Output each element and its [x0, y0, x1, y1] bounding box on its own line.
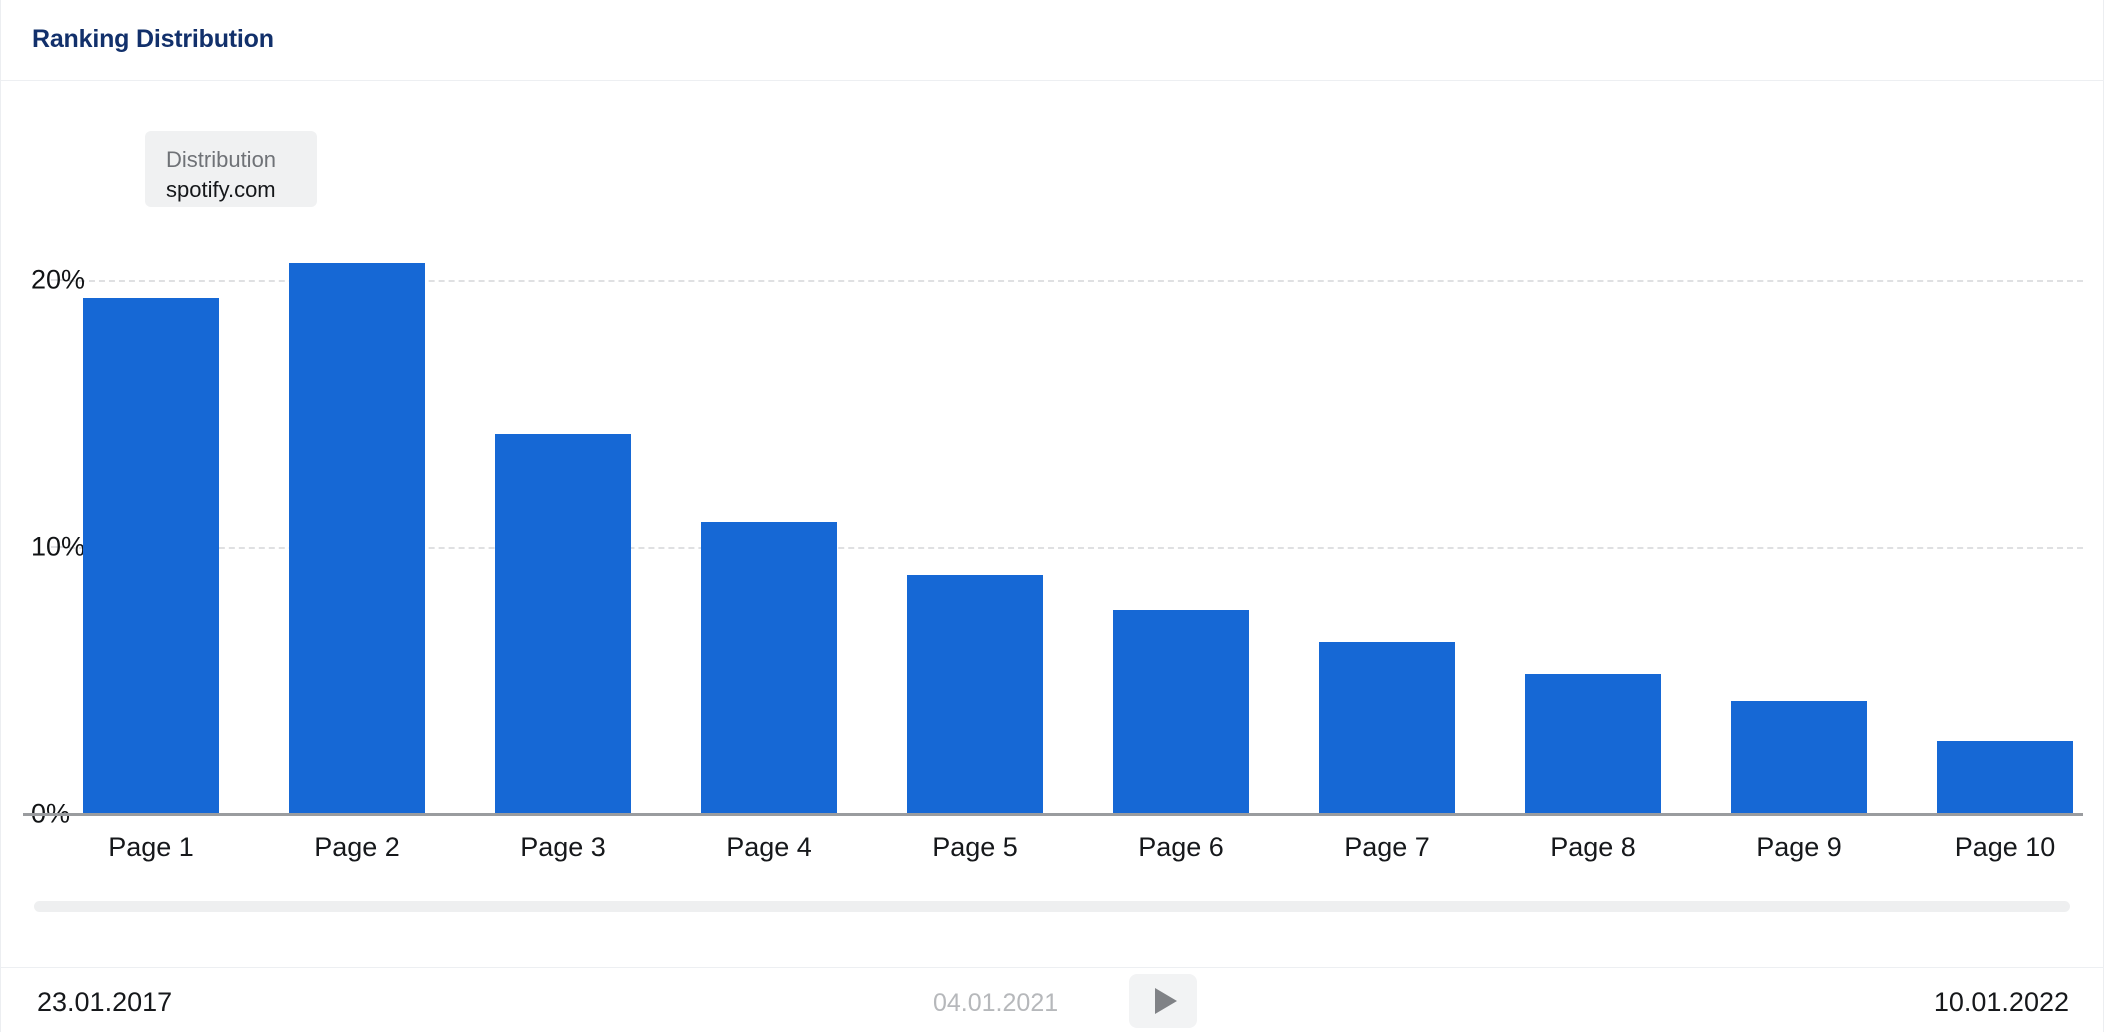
- x-axis-label: Page 1: [108, 832, 194, 862]
- ranking-distribution-card: Ranking Distribution 0% 10% 20% Page 1 Page…: [0, 0, 2104, 1032]
- timeline-slider-track[interactable]: [34, 901, 2070, 912]
- play-icon: [1155, 988, 1177, 1014]
- x-axis-labels: Page 1 Page 2 Page 3 Page 4 Page 5 Page 6 Page…: [23, 816, 2083, 876]
- timeline-current-date: 04.01.2021: [933, 989, 1059, 1017]
- timeline-end-date: 10.01.2022: [1933, 987, 2069, 1017]
- x-axis-label: Page 8: [1550, 832, 1636, 862]
- bar[interactable]: [1112, 610, 1250, 813]
- timeline-slider-row[interactable]: [1, 881, 2104, 967]
- bar[interactable]: [906, 575, 1044, 813]
- page-title: Ranking Distribution: [32, 25, 274, 53]
- x-axis-label: Page 4: [726, 832, 812, 862]
- bar-chart-plot: 0% 10% 20% Page 1 Page 2 Page 3 Page 4 Page 5P…: [23, 81, 2083, 881]
- card-header: Ranking Distribution: [1, 0, 2104, 81]
- x-axis-label: Page 6: [1138, 832, 1224, 862]
- x-axis-label: Page 10: [1954, 832, 2056, 862]
- x-axis-label: Page 5: [932, 832, 1018, 862]
- x-axis-label: Page 7: [1344, 832, 1430, 862]
- bar[interactable]: [1318, 642, 1456, 813]
- bar[interactable]: [1936, 740, 2074, 813]
- bar[interactable]: [288, 262, 426, 813]
- chart-area: 0% 10% 20% Page 1 Page 2 Page 3 Page 4 Page 5P…: [1, 81, 2104, 881]
- x-axis-label: Page 3: [520, 832, 606, 862]
- x-axis-label: Page 2: [314, 832, 400, 862]
- timeline-start-date: 23.01.2017: [37, 987, 173, 1017]
- play-button[interactable]: [1129, 974, 1197, 1028]
- chart-tooltip: Distribution spotify.com: [145, 131, 317, 207]
- bar[interactable]: [700, 521, 838, 813]
- tooltip-value-label: spotify.com: [166, 177, 276, 202]
- bar-series: [23, 81, 2083, 816]
- bar[interactable]: [82, 297, 220, 813]
- timeline-footer: 23.01.2017 04.01.2021 10.01.2022: [1, 967, 2104, 1032]
- bar[interactable]: [1524, 674, 1662, 813]
- bar[interactable]: [1730, 700, 1868, 813]
- x-axis-label: Page 9: [1756, 832, 1842, 862]
- tooltip-series-label: Distribution: [166, 147, 277, 172]
- bar[interactable]: [494, 433, 632, 813]
